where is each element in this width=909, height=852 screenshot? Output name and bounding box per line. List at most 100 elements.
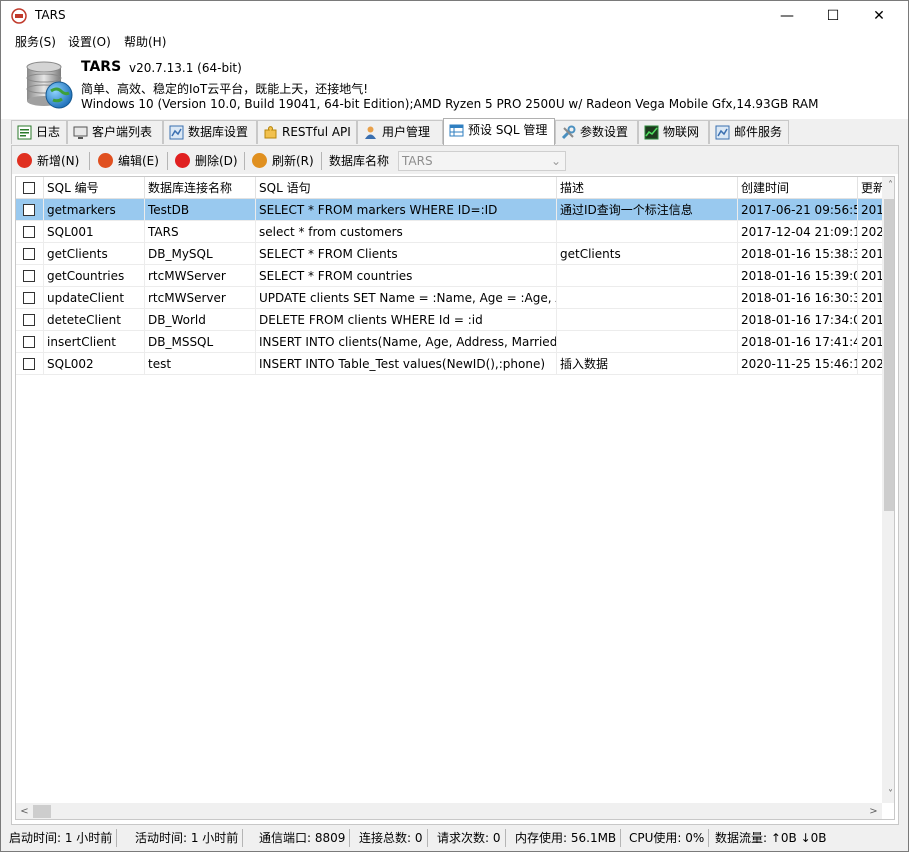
sql-id-cell: getCountries xyxy=(44,265,145,287)
status-cpu-usage: CPU使用: 0% xyxy=(625,829,710,847)
table-row[interactable]: getCountries rtcMWServer SELECT * FROM cou… xyxy=(16,265,888,287)
menu-settings[interactable]: 设置(O) xyxy=(68,33,111,50)
table-row[interactable]: updateClient rtcMWServer UPDATE clients SE… xyxy=(16,287,888,309)
row-checkbox[interactable] xyxy=(23,248,35,260)
sql-statement-cell: SELECT * FROM countries xyxy=(256,265,557,287)
row-checkbox[interactable] xyxy=(23,292,35,304)
database-name-label: 数据库名称 xyxy=(329,154,390,168)
sql-statement-cell: SELECT * FROM Clients xyxy=(256,243,557,265)
sql-id-cell: getmarkers xyxy=(44,199,145,221)
refresh-button-label: 刷新(R) xyxy=(272,154,314,168)
row-checkbox[interactable] xyxy=(23,358,35,370)
add-icon xyxy=(17,153,32,168)
window-title: TARS xyxy=(35,8,66,22)
column-header[interactable]: 创建时间 xyxy=(738,177,858,199)
status-request-count: 请求次数: 0 xyxy=(433,829,506,847)
table-row[interactable]: getClients DB_MySQL SELECT * FROM Clients g… xyxy=(16,243,888,265)
sql-id-cell: SQL001 xyxy=(44,221,145,243)
description-cell: getClients xyxy=(557,243,738,265)
column-header[interactable]: SQL 编号 xyxy=(44,177,145,199)
row-checkbox[interactable] xyxy=(23,336,35,348)
title-bar: TARS — ☐ ✕ xyxy=(1,1,908,31)
tab-parameter-settings-label: 参数设置 xyxy=(580,125,629,139)
sql-id-cell: deteteClient xyxy=(44,309,145,331)
row-checkbox-cell xyxy=(16,265,44,287)
tab-log[interactable]: 日志 xyxy=(11,120,67,144)
tab-client-list[interactable]: 客户端列表 xyxy=(67,120,163,144)
tab-database-settings[interactable]: 数据库设置 xyxy=(163,120,257,144)
table-row[interactable]: SQL001 TARS select * from customers 2017-12… xyxy=(16,221,888,243)
status-active-time: 活动时间: 1 小时前 xyxy=(131,829,244,847)
tab-restful-api[interactable]: RESTful API xyxy=(257,120,357,144)
connection-name-cell: TARS xyxy=(145,221,256,243)
status-bar: 启动时间: 1 小时前 活动时间: 1 小时前 通信端口: 8809 连接总数:… xyxy=(1,827,908,851)
description-cell: 插入数据 xyxy=(557,353,738,375)
created-time-cell: 2017-06-21 09:56:59 xyxy=(738,199,858,221)
status-comm-port: 通信端口: 8809 xyxy=(255,829,351,847)
row-checkbox[interactable] xyxy=(23,204,35,216)
tab-mail-service[interactable]: 邮件服务 xyxy=(709,120,789,144)
delete-button[interactable]: 删除(D) xyxy=(175,152,238,170)
column-header[interactable]: 数据库连接名称 xyxy=(145,177,256,199)
edit-button[interactable]: 编辑(E) xyxy=(98,152,159,170)
description-cell xyxy=(557,331,738,353)
menu-help[interactable]: 帮助(H) xyxy=(124,33,166,50)
sql-statement-cell: INSERT INTO Table_Test values(NewID(),:p… xyxy=(256,353,557,375)
toolbar-separator xyxy=(321,152,322,170)
sql-id-cell: updateClient xyxy=(44,287,145,309)
scroll-right-arrow-icon[interactable]: > xyxy=(865,803,882,819)
refresh-icon xyxy=(252,153,267,168)
column-header[interactable]: SQL 语句 xyxy=(256,177,557,199)
menu-service[interactable]: 服务(S) xyxy=(15,33,56,50)
description-cell xyxy=(557,309,738,331)
row-checkbox[interactable] xyxy=(23,314,35,326)
scroll-down-arrow-icon[interactable]: ˅ xyxy=(882,786,894,803)
status-total-connections: 连接总数: 0 xyxy=(355,829,428,847)
scroll-left-arrow-icon[interactable]: < xyxy=(16,803,33,819)
description-cell: 通过ID查询一个标注信息 xyxy=(557,199,738,221)
tab-user-management[interactable]: 用户管理 xyxy=(357,120,443,144)
vertical-scrollbar[interactable]: ˄ ˅ xyxy=(882,177,894,803)
horizontal-scroll-thumb[interactable] xyxy=(33,805,51,818)
sql-management-panel: 新增(N) 编辑(E) 删除(D) 刷新(R) 数据库名称 TARS ⌄ SQL… xyxy=(11,145,899,825)
tab-iot[interactable]: 物联网 xyxy=(638,120,709,144)
add-button[interactable]: 新增(N) xyxy=(17,152,79,170)
refresh-button[interactable]: 刷新(R) xyxy=(252,152,314,170)
created-time-cell: 2018-01-16 16:30:36 xyxy=(738,287,858,309)
connection-name-cell: rtcMWServer xyxy=(145,265,256,287)
sql-id-cell: getClients xyxy=(44,243,145,265)
sql-statement-cell: SELECT * FROM markers WHERE ID=:ID xyxy=(256,199,557,221)
sql-statement-cell: select * from customers xyxy=(256,221,557,243)
vertical-scroll-thumb[interactable] xyxy=(884,199,894,511)
sql-table: SQL 编号 数据库连接名称 SQL 语句 描述 创建时间 更新 getmarkers Te… xyxy=(15,176,895,820)
row-checkbox[interactable] xyxy=(23,226,35,238)
tab-preset-sql-management-label: 预设 SQL 管理 xyxy=(468,123,548,137)
select-all-checkbox[interactable] xyxy=(23,182,35,194)
maximize-button[interactable]: ☐ xyxy=(810,1,856,31)
tab-parameter-settings[interactable]: 参数设置 xyxy=(555,120,638,144)
scroll-up-arrow-icon[interactable]: ˄ xyxy=(882,177,894,194)
row-checkbox[interactable] xyxy=(23,270,35,282)
log-icon xyxy=(17,125,32,140)
delete-icon xyxy=(175,153,190,168)
tab-mail-service-label: 邮件服务 xyxy=(734,125,783,139)
sql-id-cell: insertClient xyxy=(44,331,145,353)
table-row[interactable]: getmarkers TestDB SELECT * FROM markers WH… xyxy=(16,199,888,221)
delete-button-label: 删除(D) xyxy=(195,154,238,168)
horizontal-scrollbar[interactable]: < > xyxy=(16,803,882,819)
product-slogan: 简单、高效、稳定的IoT云平台，既能上天，还接地气! xyxy=(81,82,369,96)
close-button[interactable]: ✕ xyxy=(856,1,902,31)
tab-preset-sql-management[interactable]: 预设 SQL 管理 xyxy=(443,118,555,145)
column-header[interactable]: 描述 xyxy=(557,177,738,199)
database-settings-icon xyxy=(169,125,184,140)
connection-name-cell: DB_MySQL xyxy=(145,243,256,265)
table-row[interactable]: deteteClient DB_World DELETE FROM clients … xyxy=(16,309,888,331)
created-time-cell: 2018-01-16 17:34:01 xyxy=(738,309,858,331)
edit-icon xyxy=(98,153,113,168)
iot-chart-icon xyxy=(644,125,659,140)
connection-name-cell: DB_MSSQL xyxy=(145,331,256,353)
monitor-icon xyxy=(73,126,88,139)
table-row[interactable]: insertClient DB_MSSQL INSERT INTO clients(… xyxy=(16,331,888,353)
minimize-button[interactable]: — xyxy=(764,1,810,31)
table-row[interactable]: SQL002 test INSERT INTO Table_Test values(… xyxy=(16,353,888,375)
